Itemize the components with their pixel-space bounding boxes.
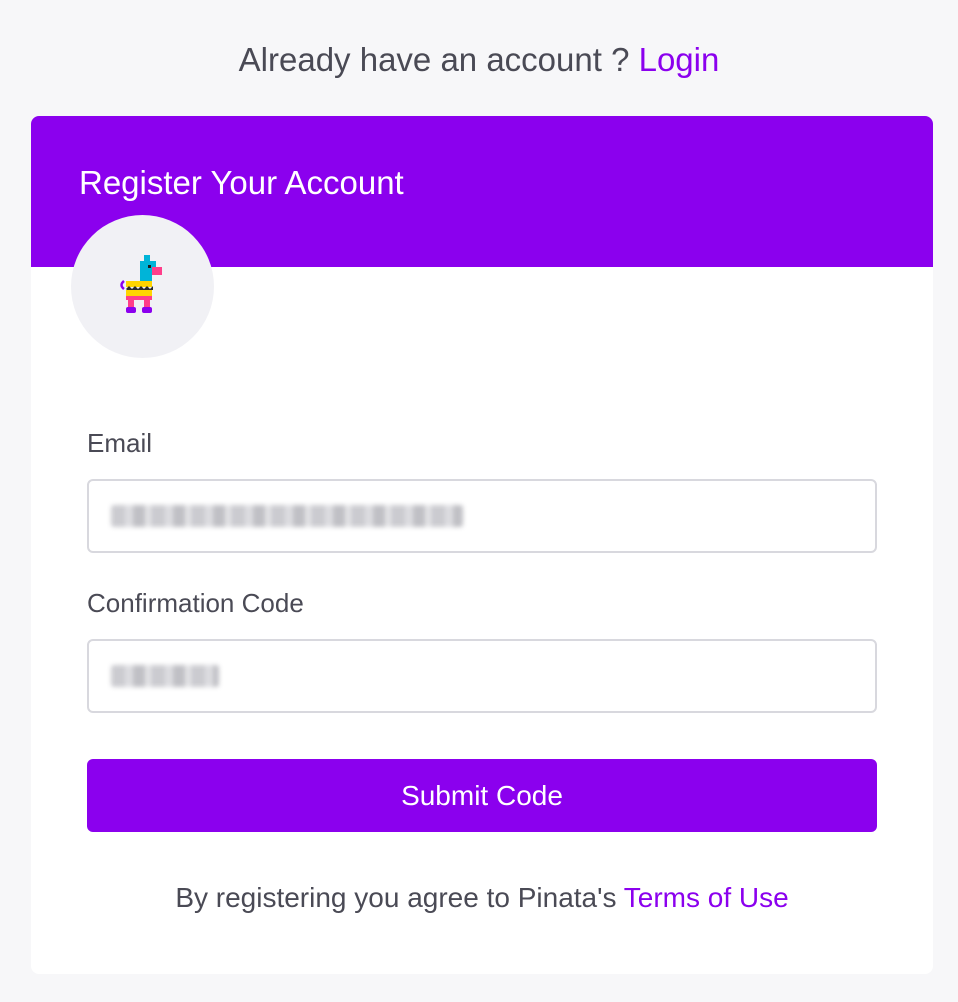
register-card: Register Your Account Email Confirmation…	[31, 116, 933, 974]
email-label: Email	[87, 428, 153, 458]
login-prompt-text: Already have an account ?	[238, 41, 630, 78]
card-title: Register Your Account	[79, 164, 404, 201]
email-value-redacted	[111, 505, 463, 527]
submit-code-button[interactable]: Submit Code	[87, 759, 877, 832]
logo-avatar	[71, 215, 214, 358]
confirmation-code-value-redacted	[111, 665, 219, 687]
terms-of-use-link[interactable]: Terms of Use	[624, 882, 789, 913]
confirmation-code-field[interactable]	[87, 639, 877, 713]
confirmation-code-label: Confirmation Code	[87, 588, 304, 618]
pinata-llama-icon	[120, 255, 162, 313]
login-prompt: Already have an account ? Login	[0, 38, 958, 82]
terms-text: By registering you agree to Pinata's	[175, 882, 617, 913]
login-link[interactable]: Login	[639, 41, 720, 78]
email-field[interactable]	[87, 479, 877, 553]
terms-notice: By registering you agree to Pinata's Ter…	[31, 878, 933, 918]
